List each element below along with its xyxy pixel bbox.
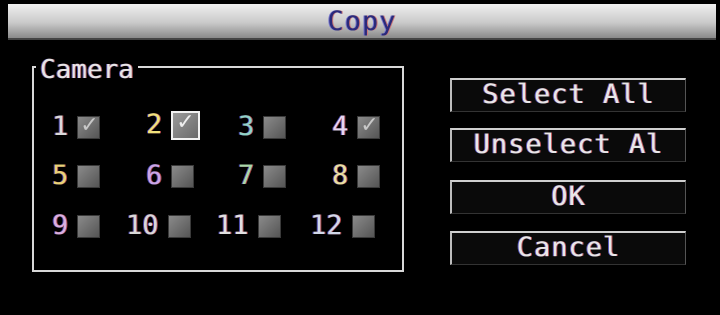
camera-option-12[interactable]: 12 <box>310 208 375 244</box>
camera-option-3[interactable]: 3 <box>238 109 287 145</box>
camera-number: 9 <box>52 210 69 241</box>
camera-group-label: Camera <box>36 56 138 84</box>
camera-number: 5 <box>52 160 69 191</box>
camera-checkbox-7[interactable] <box>263 164 287 188</box>
camera-checkbox-3[interactable] <box>263 115 287 139</box>
title-bar: Copy <box>8 4 716 40</box>
camera-checkbox-2[interactable] <box>171 110 201 140</box>
camera-checkbox-9[interactable] <box>77 214 101 238</box>
camera-checkbox-10[interactable] <box>167 214 191 238</box>
camera-number: 12 <box>310 210 343 241</box>
camera-number: 7 <box>238 160 255 191</box>
camera-option-11[interactable]: 11 <box>216 208 281 244</box>
camera-checkbox-8[interactable] <box>357 164 381 188</box>
camera-number: 6 <box>146 160 163 191</box>
unselect-all-button[interactable]: Unselect Al <box>450 128 686 162</box>
camera-option-5[interactable]: 5 <box>52 158 101 194</box>
camera-number: 4 <box>332 111 349 142</box>
ok-button[interactable]: OK <box>450 180 686 214</box>
camera-option-9[interactable]: 9 <box>52 208 101 244</box>
cancel-button[interactable]: Cancel <box>450 231 686 265</box>
camera-option-7[interactable]: 7 <box>238 158 287 194</box>
camera-option-6[interactable]: 6 <box>146 158 195 194</box>
camera-checkbox-1[interactable] <box>77 113 101 139</box>
camera-checkbox-12[interactable] <box>351 214 375 238</box>
camera-option-2[interactable]: 2 <box>146 107 201 143</box>
camera-checkbox-5[interactable] <box>77 164 101 188</box>
camera-option-1[interactable]: 1 <box>52 109 101 145</box>
camera-checkbox-4[interactable] <box>357 113 381 139</box>
camera-option-10[interactable]: 10 <box>126 208 191 244</box>
camera-option-4[interactable]: 4 <box>332 109 381 145</box>
camera-checkbox-11[interactable] <box>257 214 281 238</box>
camera-number: 8 <box>332 160 349 191</box>
camera-number: 11 <box>216 210 249 241</box>
dialog-title: Copy <box>327 6 397 37</box>
camera-number: 1 <box>52 111 69 142</box>
copy-dialog: Copy Camera 1 2 3 4 5 6 7 8 9 10 <box>0 0 720 315</box>
camera-number: 2 <box>146 109 163 140</box>
camera-number: 10 <box>126 210 159 241</box>
camera-checkbox-6[interactable] <box>171 164 195 188</box>
camera-option-8[interactable]: 8 <box>332 158 381 194</box>
select-all-button[interactable]: Select All <box>450 78 686 112</box>
camera-number: 3 <box>238 111 255 142</box>
